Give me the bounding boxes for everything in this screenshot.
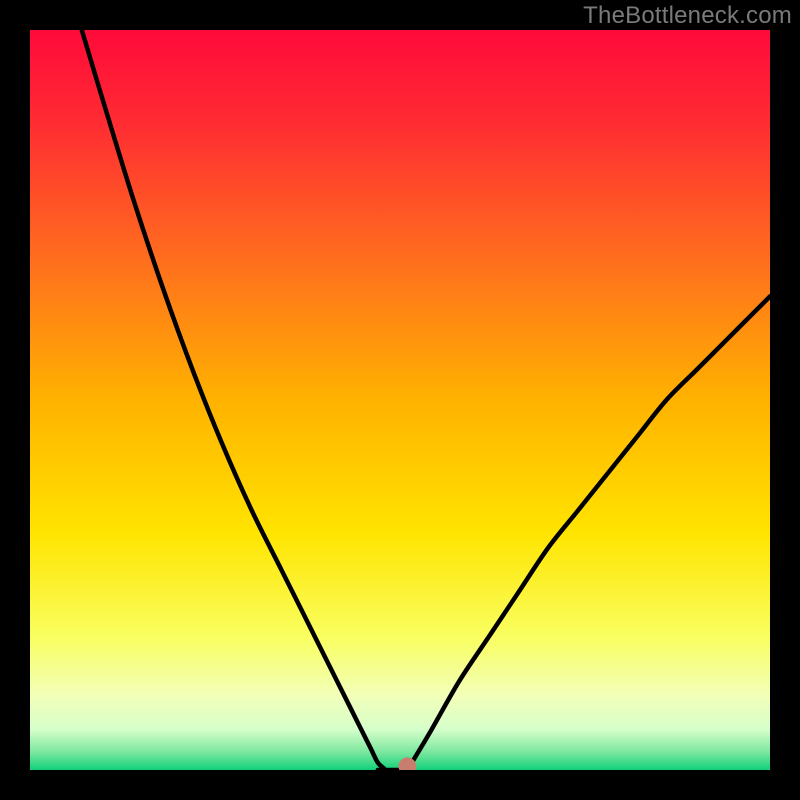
plot-svg [30,30,770,770]
chart-frame: TheBottleneck.com [0,0,800,800]
watermark-text: TheBottleneck.com [583,2,792,30]
gradient-background [30,30,770,770]
plot-area [30,30,770,770]
